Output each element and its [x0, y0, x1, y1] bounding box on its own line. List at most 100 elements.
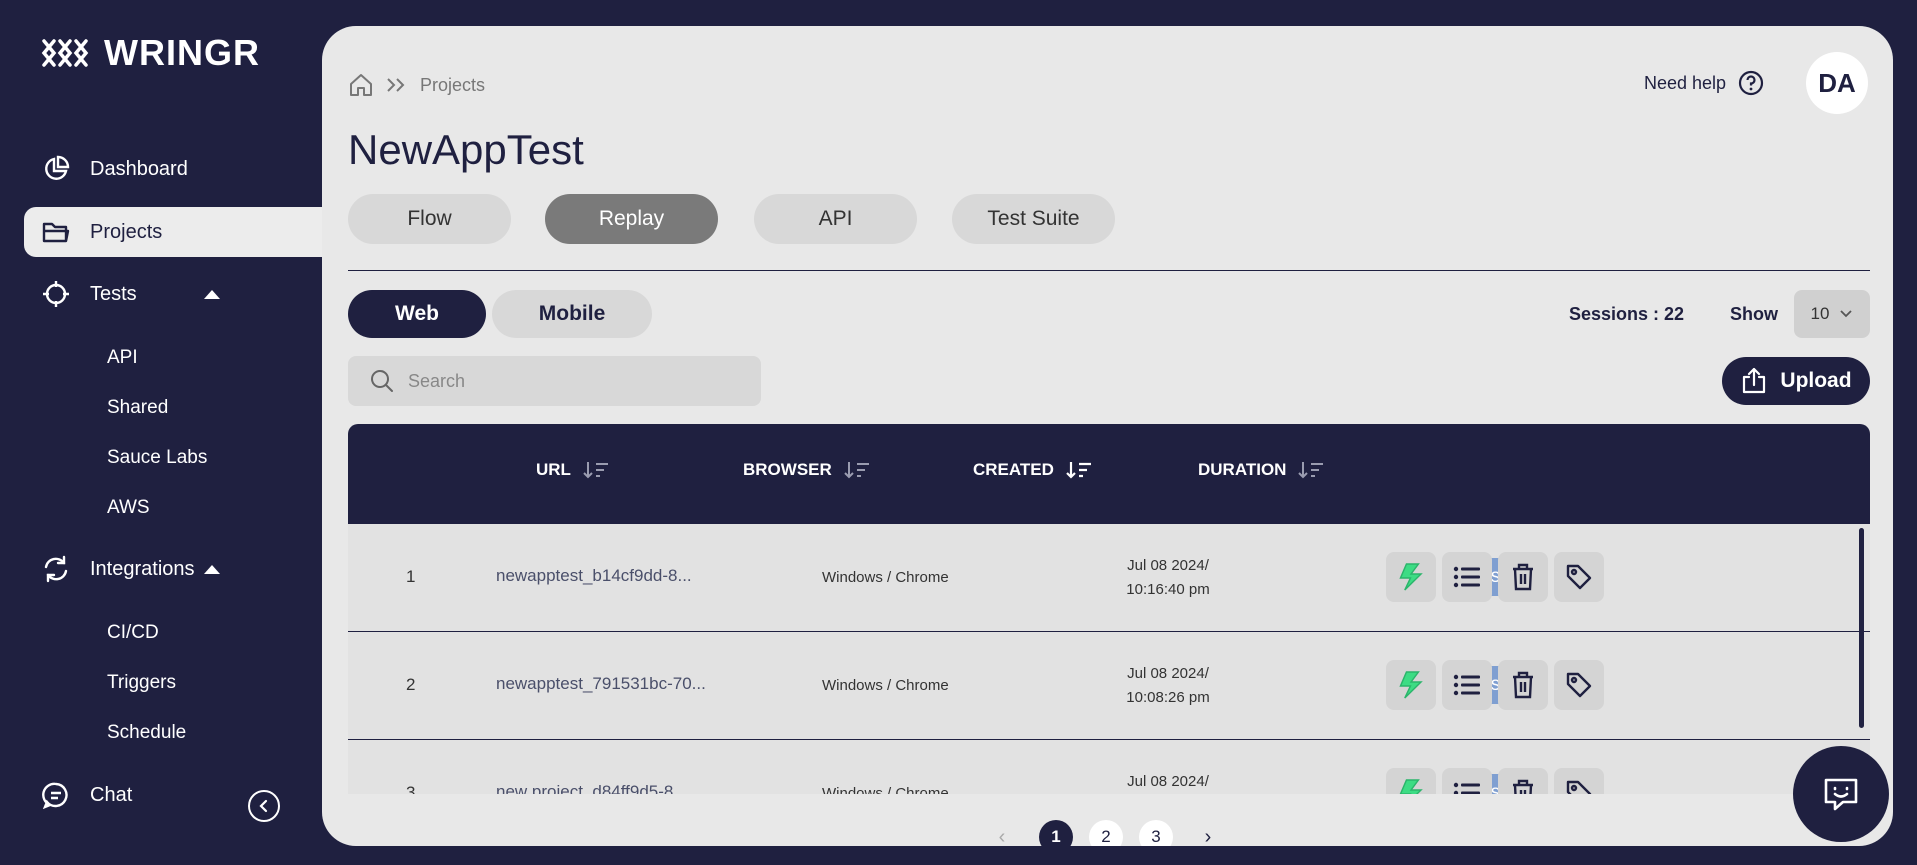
- browser-cell: Windows / Chrome: [822, 569, 949, 586]
- sidebar-item-label: Projects: [90, 220, 163, 243]
- sidebar-subitem-sauce-labs[interactable]: Sauce Labs: [107, 447, 207, 469]
- tag-icon: [1566, 564, 1592, 590]
- sidebar-subitem-aws[interactable]: AWS: [107, 497, 150, 519]
- avatar[interactable]: DA: [1806, 52, 1868, 114]
- crosshair-icon: [42, 280, 70, 308]
- column-label: CREATED: [973, 460, 1054, 479]
- tag-button[interactable]: [1554, 552, 1604, 602]
- created-date: Jul 08 2024/: [1127, 557, 1209, 574]
- page-size-select[interactable]: 10: [1794, 290, 1870, 338]
- need-help-link[interactable]: Need help: [1644, 70, 1764, 96]
- page-size-value: 10: [1810, 304, 1830, 323]
- table-scrollbar[interactable]: [1859, 528, 1864, 728]
- created-cell: Jul 08 2024/ 10:16:40 pm: [1113, 554, 1223, 602]
- main-panel: Projects Need help DA NewAppTest Flow Re…: [322, 26, 1893, 846]
- double-chevron-right-icon: [387, 78, 405, 92]
- next-page-button[interactable]: ›: [1191, 820, 1225, 847]
- sort-icon: [583, 462, 608, 479]
- need-help-label: Need help: [1644, 72, 1727, 93]
- sidebar: WRINGR Dashboard Projects Tests API Shar…: [0, 0, 322, 865]
- wringr-logo-icon: [41, 39, 89, 67]
- replay-button[interactable]: [1386, 660, 1436, 710]
- platform-web-toggle[interactable]: Web: [348, 290, 486, 338]
- delete-button[interactable]: [1498, 552, 1548, 602]
- tab-flow[interactable]: Flow: [348, 194, 511, 244]
- sidebar-item-dashboard[interactable]: Dashboard: [24, 144, 322, 194]
- sidebar-item-tests[interactable]: Tests: [24, 269, 322, 319]
- page-3-button[interactable]: 3: [1139, 820, 1173, 846]
- sidebar-subitem-cicd[interactable]: CI/CD: [107, 622, 159, 644]
- row-number: 3: [406, 783, 416, 794]
- trash-icon: [1513, 563, 1533, 591]
- brand-name: WRINGR: [104, 32, 260, 73]
- details-button[interactable]: [1442, 768, 1492, 794]
- session-url-link[interactable]: newapptest_b14cf9dd-8...: [496, 566, 692, 586]
- replay-bolt-icon: [1399, 779, 1423, 794]
- sidebar-item-label: Dashboard: [90, 157, 188, 180]
- prev-page-button[interactable]: ‹: [985, 820, 1019, 847]
- sidebar-subitem-shared[interactable]: Shared: [107, 397, 168, 419]
- delete-button[interactable]: [1498, 660, 1548, 710]
- details-button[interactable]: [1442, 660, 1492, 710]
- breadcrumb-current[interactable]: Projects: [420, 75, 485, 96]
- replay-button[interactable]: [1386, 552, 1436, 602]
- chat-bubble-smile-icon: [1824, 778, 1858, 811]
- caret-up-icon[interactable]: [204, 290, 220, 299]
- home-icon[interactable]: [348, 72, 374, 98]
- tab-test-suite[interactable]: Test Suite: [952, 194, 1115, 244]
- sidebar-item-integrations[interactable]: Integrations: [24, 544, 322, 594]
- sidebar-subitem-triggers[interactable]: Triggers: [107, 672, 176, 694]
- column-header-duration[interactable]: DURATION: [1198, 460, 1324, 480]
- browser-cell: Windows / Chrome: [822, 677, 949, 694]
- sidebar-item-projects[interactable]: Projects: [24, 207, 322, 257]
- chat-icon: [42, 781, 70, 809]
- pie-chart-icon: [42, 155, 70, 183]
- sidebar-subitem-api[interactable]: API: [107, 347, 138, 369]
- session-url-link[interactable]: new project_d84ff9d5-8...: [496, 782, 688, 794]
- upload-icon: [1743, 367, 1766, 394]
- page-title: NewAppTest: [348, 126, 584, 173]
- tab-api[interactable]: API: [754, 194, 917, 244]
- created-time: 10:16:40 pm: [1126, 581, 1210, 598]
- breadcrumb: Projects: [348, 72, 485, 98]
- replay-button[interactable]: [1386, 768, 1436, 794]
- trash-icon: [1513, 779, 1533, 794]
- column-header-url[interactable]: URL: [536, 460, 609, 480]
- row-number: 2: [406, 675, 416, 694]
- column-header-created[interactable]: CREATED: [973, 460, 1092, 480]
- column-header-browser[interactable]: BROWSER: [743, 460, 870, 480]
- page-1-button[interactable]: 1: [1039, 820, 1073, 846]
- table-row[interactable]: 2 newapptest_791531bc-70... Windows / Ch…: [348, 632, 1870, 740]
- list-icon: [1453, 674, 1480, 696]
- show-label: Show: [1730, 304, 1778, 324]
- caret-up-icon[interactable]: [204, 565, 220, 574]
- tag-button[interactable]: [1554, 660, 1604, 710]
- upload-button[interactable]: Upload: [1722, 357, 1870, 405]
- sort-icon: [844, 462, 869, 479]
- chat-support-button[interactable]: [1793, 746, 1889, 842]
- search-box: [348, 356, 761, 406]
- collapse-sidebar-button[interactable]: [248, 790, 280, 822]
- sidebar-subitem-schedule[interactable]: Schedule: [107, 722, 186, 744]
- logo[interactable]: WRINGR: [40, 32, 260, 74]
- chevron-down-icon: [1840, 310, 1853, 318]
- tab-replay[interactable]: Replay: [545, 194, 718, 244]
- search-input[interactable]: [408, 370, 738, 392]
- session-url-link[interactable]: newapptest_791531bc-70...: [496, 674, 706, 694]
- browser-cell: Windows / Chrome: [822, 785, 949, 794]
- delete-button[interactable]: [1498, 768, 1548, 794]
- divider: [348, 270, 1870, 271]
- upload-label: Upload: [1780, 369, 1852, 392]
- details-button[interactable]: [1442, 552, 1492, 602]
- table-row[interactable]: 1 newapptest_b14cf9dd-8... Windows / Chr…: [348, 524, 1870, 632]
- row-number: 1: [406, 567, 416, 586]
- platform-mobile-toggle[interactable]: Mobile: [492, 290, 652, 338]
- table-row[interactable]: 3 new project_d84ff9d5-8... Windows / Ch…: [348, 740, 1870, 794]
- column-label: BROWSER: [743, 460, 832, 479]
- created-cell: Jul 08 2024/ 10:08:26 pm: [1113, 662, 1223, 710]
- created-date: Jul 08 2024/: [1127, 665, 1209, 682]
- tag-button[interactable]: [1554, 768, 1604, 794]
- page-2-button[interactable]: 2: [1089, 820, 1123, 846]
- column-label: URL: [536, 460, 571, 479]
- list-icon: [1453, 782, 1480, 794]
